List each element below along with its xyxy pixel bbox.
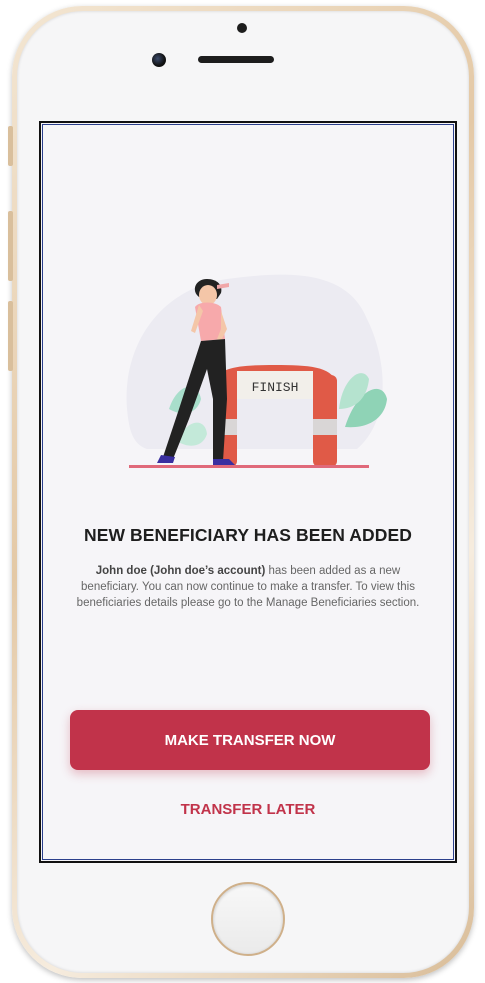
volume-down-button (8, 301, 13, 371)
make-transfer-now-button[interactable]: MAKE TRANSFER NOW (70, 710, 430, 770)
finish-line-illustration: FINISH (126, 274, 387, 468)
mute-switch (8, 126, 13, 166)
front-camera-icon (152, 53, 166, 67)
page-title: NEW BENEFICIARY HAS BEEN ADDED (83, 525, 413, 545)
success-description: John doe (John doe’s account) has been a… (71, 563, 425, 611)
volume-up-button (8, 211, 13, 281)
home-button[interactable] (211, 882, 285, 956)
finish-banner-text: FINISH (252, 380, 299, 395)
beneficiary-name: John doe (John doe’s account) (95, 565, 266, 577)
app-screen: FINISH NEW BENEFICIARY HAS BEEN ADDED Jo… (39, 121, 457, 863)
earpiece-speaker (198, 56, 274, 63)
transfer-later-button[interactable]: TRANSFER LATER (41, 801, 455, 818)
proximity-sensor (237, 23, 247, 33)
